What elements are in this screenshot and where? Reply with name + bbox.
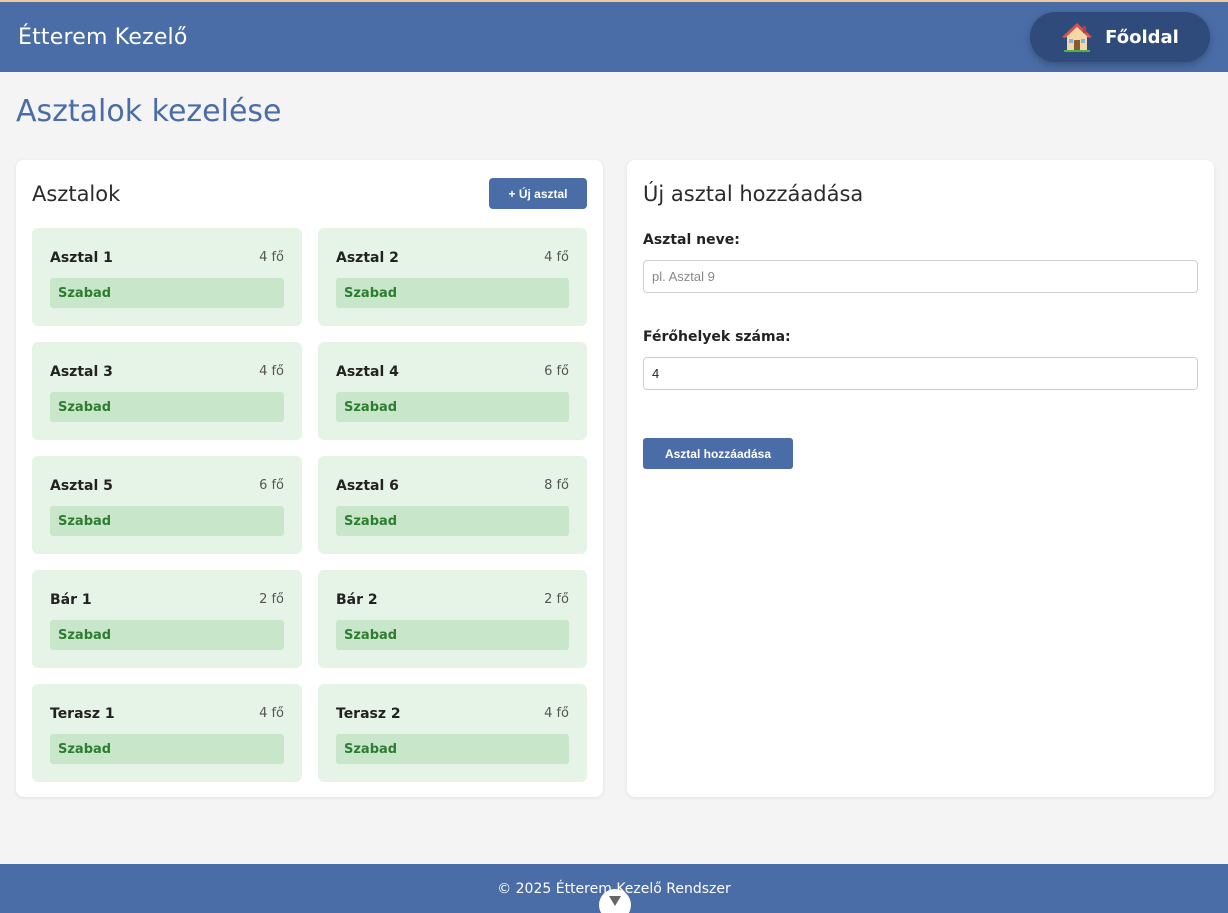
status-badge: Szabad [50,734,284,764]
table-name: Asztal 5 [50,478,113,494]
table-card[interactable]: Asztal 6 8 fő Szabad [318,456,587,554]
status-badge: Szabad [50,620,284,650]
status-badge: Szabad [50,278,284,308]
table-card[interactable]: Bár 1 2 fő Szabad [32,570,302,668]
table-name: Asztal 2 [336,250,399,266]
table-name: Asztal 3 [50,364,113,380]
table-capacity: 4 fő [259,364,284,379]
status-badge: Szabad [50,392,284,422]
app-title: Étterem Kezelő [18,24,188,50]
tables-panel: Asztalok + Új asztal Asztal 1 4 fő Szaba… [16,160,603,797]
table-card[interactable]: Asztal 4 6 fő Szabad [318,342,587,440]
home-button-label: Főoldal [1105,26,1179,48]
table-capacity: 6 fő [544,364,569,379]
page-title: Asztalok kezelése [16,94,282,129]
status-badge: Szabad [336,620,569,650]
table-capacity: 8 fő [544,478,569,493]
table-card[interactable]: Bár 2 2 fő Szabad [318,570,587,668]
table-name-label: Asztal neve: [643,232,740,248]
table-card[interactable]: Asztal 2 4 fő Szabad [318,228,587,326]
table-card[interactable]: Asztal 1 4 fő Szabad [32,228,302,326]
table-capacity: 4 fő [259,706,284,721]
table-capacity: 4 fő [544,250,569,265]
add-table-panel: Új asztal hozzáadása Asztal neve: Férőhe… [627,160,1214,797]
house-icon [1061,21,1093,53]
new-table-button[interactable]: + Új asztal [489,178,587,209]
tables-grid: Asztal 1 4 fő Szabad Asztal 2 4 fő Szaba… [32,228,587,782]
table-name: Bár 1 [50,592,92,608]
table-name: Terasz 1 [50,706,115,722]
table-card[interactable]: Terasz 2 4 fő Szabad [318,684,587,782]
seats-label: Férőhelyek száma: [643,329,791,345]
seats-input[interactable] [643,357,1198,390]
table-capacity: 4 fő [259,250,284,265]
table-card[interactable]: Terasz 1 4 fő Szabad [32,684,302,782]
status-badge: Szabad [336,278,569,308]
status-badge: Szabad [336,392,569,422]
table-capacity: 6 fő [259,478,284,493]
table-name: Bár 2 [336,592,378,608]
table-name: Terasz 2 [336,706,401,722]
tables-panel-title: Asztalok [32,182,121,206]
table-capacity: 2 fő [259,592,284,607]
add-table-panel-title: Új asztal hozzáadása [643,182,864,206]
status-badge: Szabad [50,506,284,536]
table-card[interactable]: Asztal 3 4 fő Szabad [32,342,302,440]
table-name-input[interactable] [643,260,1198,293]
home-button[interactable]: Főoldal [1030,12,1210,62]
add-table-button[interactable]: Asztal hozzáadása [643,438,793,469]
chevron-down-icon [608,895,622,911]
status-badge: Szabad [336,734,569,764]
table-name: Asztal 4 [336,364,399,380]
table-name: Asztal 6 [336,478,399,494]
scroll-down-button[interactable] [599,889,631,913]
table-capacity: 4 fő [544,706,569,721]
table-name: Asztal 1 [50,250,113,266]
app-header: Étterem Kezelő Főoldal [0,2,1228,72]
table-capacity: 2 fő [544,592,569,607]
table-card[interactable]: Asztal 5 6 fő Szabad [32,456,302,554]
status-badge: Szabad [336,506,569,536]
